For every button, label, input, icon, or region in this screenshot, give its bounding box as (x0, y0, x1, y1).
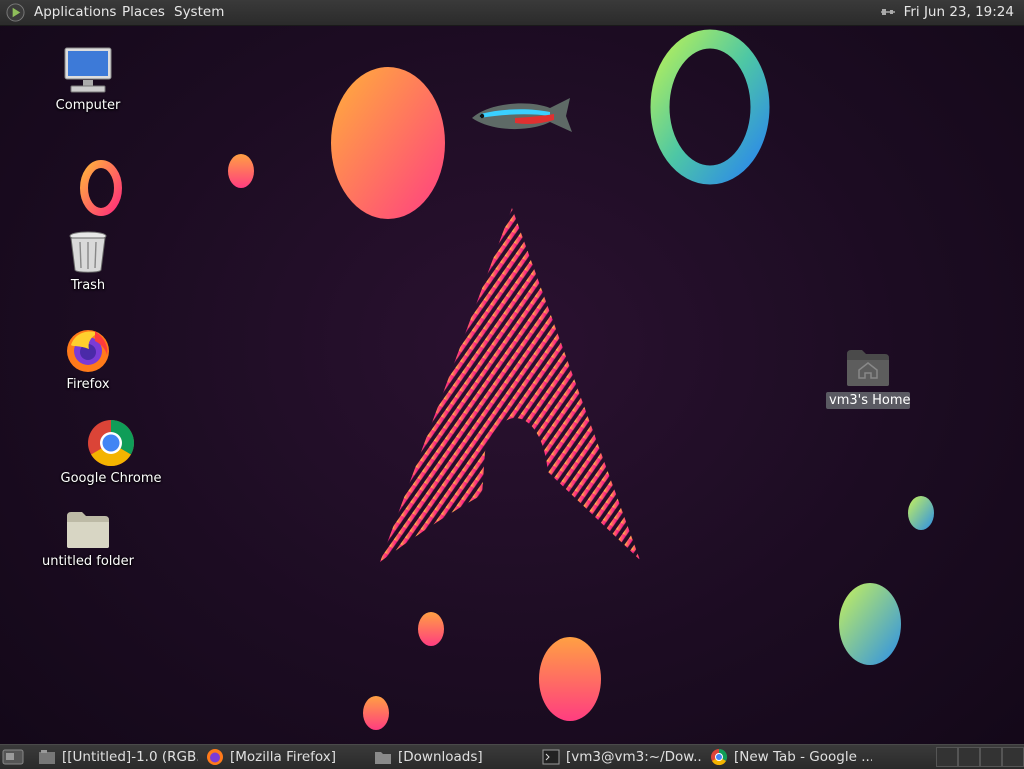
home-folder-label: vm3's Home (826, 392, 911, 409)
workspace-1[interactable] (936, 747, 958, 767)
firefox-icon (207, 749, 223, 765)
firefox-icon (67, 330, 109, 372)
terminal-icon (542, 749, 560, 765)
taskbar-item-terminal[interactable]: [vm3@vm3:~/Dow... (542, 747, 702, 767)
applications-menu[interactable]: Applications (34, 4, 116, 20)
taskbar-item-label: [[Untitled]-1.0 (RGB... (62, 749, 198, 765)
workspace-4[interactable] (1002, 747, 1024, 767)
chrome-desktop-icon[interactable]: Google Chrome (56, 419, 166, 486)
folder-icon (375, 752, 391, 764)
clock[interactable]: Fri Jun 23, 19:24 (904, 4, 1014, 20)
trash-label: Trash (70, 278, 106, 293)
taskbar-item-firefox[interactable]: [Mozilla Firefox] (206, 747, 366, 767)
trash-desktop-icon[interactable]: Trash (58, 230, 118, 293)
show-desktop-icon[interactable] (2, 747, 24, 767)
chrome-icon (88, 420, 134, 466)
firefox-desktop-icon[interactable]: Firefox (58, 327, 118, 392)
firefox-label: Firefox (66, 377, 110, 392)
top-panel: Applications Places System Fri Jun 23, 1… (0, 0, 1024, 26)
taskbar-item-chrome[interactable]: [New Tab - Google ... (710, 747, 872, 767)
computer-icon (64, 47, 112, 93)
chrome-label: Google Chrome (60, 471, 162, 486)
untitled-folder-desktop-icon[interactable]: untitled folder (40, 510, 136, 569)
folder-icon (67, 512, 109, 548)
image-editor-icon (39, 750, 55, 764)
workspace-3[interactable] (980, 747, 1002, 767)
applications-menu-logo-icon[interactable] (6, 3, 25, 22)
network-icon[interactable] (880, 6, 896, 18)
home-folder-icon (847, 350, 889, 386)
taskbar: [[Untitled]-1.0 (RGB... [Mozilla Firefox… (0, 744, 1024, 769)
taskbar-item-downloads[interactable]: [Downloads] (374, 747, 534, 767)
desktop-background[interactable]: Computer Trash Firefox Google Chrome unt… (0, 0, 1024, 768)
chrome-icon (711, 748, 728, 766)
untitled-folder-label: untitled folder (41, 554, 134, 569)
taskbar-item-label: [Downloads] (398, 749, 483, 765)
taskbar-item-label: [vm3@vm3:~/Dow... (566, 749, 702, 765)
system-menu[interactable]: System (174, 4, 224, 20)
workspace-2[interactable] (958, 747, 980, 767)
computer-desktop-icon[interactable]: Computer (52, 46, 124, 113)
places-menu[interactable]: Places (122, 4, 165, 20)
taskbar-item-label: [New Tab - Google ... (734, 749, 872, 765)
computer-label: Computer (55, 98, 121, 113)
home-folder-desktop-icon[interactable]: vm3's Home (826, 348, 911, 409)
taskbar-item-label: [Mozilla Firefox] (230, 749, 337, 765)
taskbar-item-gimp[interactable]: [[Untitled]-1.0 (RGB... (38, 747, 198, 767)
trash-icon (69, 231, 107, 273)
